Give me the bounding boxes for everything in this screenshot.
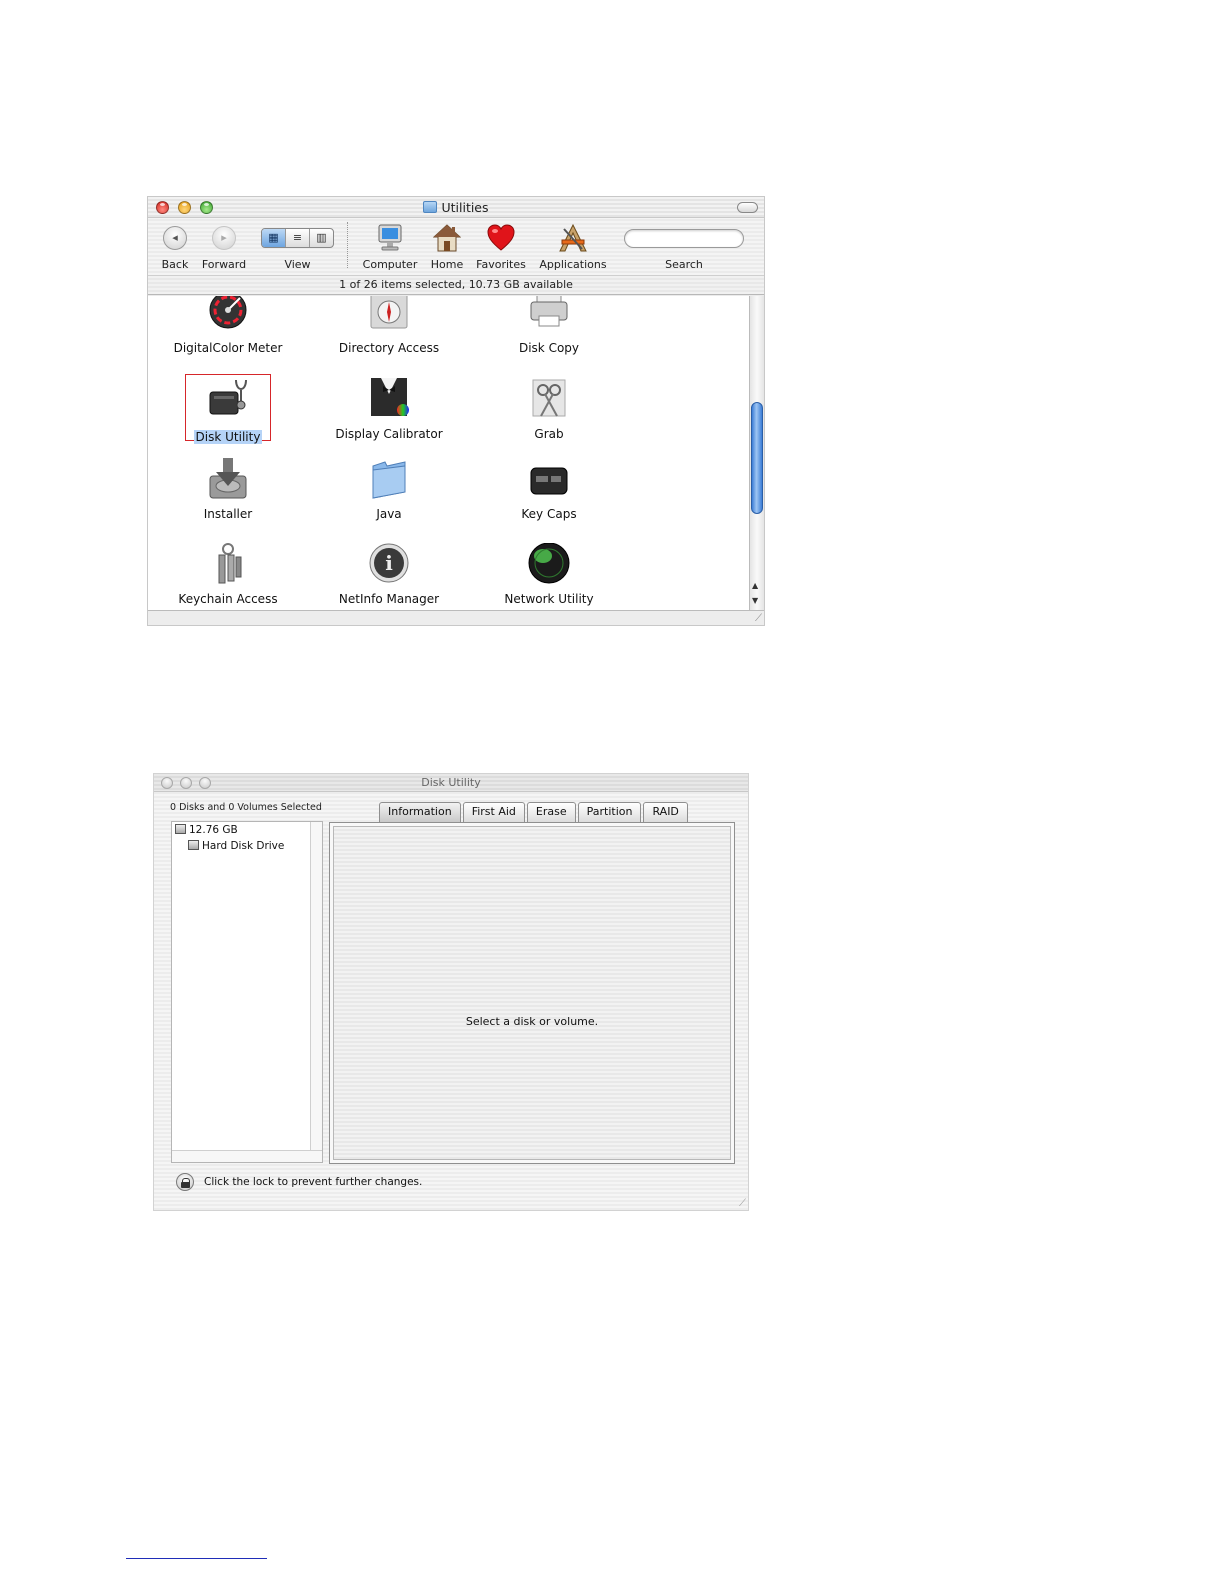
installer-icon <box>209 458 247 499</box>
disk-utility-window: Disk Utility 0 Disks and 0 Volumes Selec… <box>153 773 749 1211</box>
tab-first-aid[interactable]: First Aid <box>462 802 525 822</box>
item-display-calibrator[interactable]: Display Calibrator <box>314 378 464 441</box>
item-disk-copy[interactable]: Disk Copy <box>474 296 624 355</box>
disk-list-scrollbar[interactable] <box>310 822 322 1162</box>
home-icon <box>433 224 461 252</box>
window-title: Utilities <box>148 200 764 215</box>
view-label: View <box>284 258 311 271</box>
heart-icon <box>487 224 515 251</box>
volume-icon <box>188 840 199 850</box>
item-netinfo-manager[interactable]: i NetInfo Manager <box>314 543 464 606</box>
tab-raid[interactable]: RAID <box>643 802 688 822</box>
grab-icon <box>532 379 566 417</box>
disk-label: 12.76 GB <box>189 824 238 836</box>
forward-arrow-icon: ▸ <box>212 226 236 250</box>
information-panel: Select a disk or volume. <box>329 822 735 1164</box>
vertical-scrollbar[interactable]: ▲ ▼ <box>749 296 764 612</box>
finder-titlebar[interactable]: Utilities <box>148 197 764 218</box>
item-label: Disk Copy <box>518 341 580 355</box>
keychain-access-icon <box>218 543 242 584</box>
item-label: DigitalColor Meter <box>173 341 283 355</box>
display-calibrator-icon <box>371 378 409 416</box>
network-utility-icon <box>528 542 570 584</box>
toolbar-separator <box>347 222 348 268</box>
item-label: Java <box>376 507 402 521</box>
resize-grip-icon[interactable]: ⟋ <box>755 613 762 624</box>
item-java[interactable]: Java <box>314 458 464 521</box>
tab-partition[interactable]: Partition <box>577 802 642 822</box>
item-installer[interactable]: Installer <box>153 458 303 521</box>
disk-list[interactable]: 12.76 GB Hard Disk Drive <box>171 821 323 1163</box>
search-label: Search <box>665 258 703 271</box>
netinfo-manager-icon: i <box>369 543 409 583</box>
lock-message: Click the lock to prevent further change… <box>204 1176 423 1188</box>
item-directory-access[interactable]: Directory Access <box>314 296 464 355</box>
finder-bottom-bar: ⟋ <box>148 610 764 625</box>
disk-utility-titlebar[interactable]: Disk Utility <box>154 774 748 792</box>
directory-access-icon <box>370 296 408 329</box>
scroll-down-arrow-icon[interactable]: ▼ <box>752 596 758 605</box>
toolbar-toggle-button[interactable] <box>737 202 758 213</box>
disk-row-hard-disk-drive[interactable]: Hard Disk Drive <box>188 840 284 852</box>
item-label: Directory Access <box>338 341 440 355</box>
back-arrow-icon: ◂ <box>163 226 187 250</box>
item-digitalcolor-meter[interactable]: DigitalColor Meter <box>153 296 303 355</box>
key-caps-icon <box>530 467 568 495</box>
disk-label: Hard Disk Drive <box>202 840 285 852</box>
item-label: Installer <box>203 507 253 521</box>
digitalcolor-meter-icon <box>209 296 247 329</box>
favorites-label: Favorites <box>476 258 526 271</box>
disk-utility-icon <box>209 379 247 415</box>
view-mode-control[interactable]: ▦ ≡ ▥ <box>261 228 334 248</box>
svg-text:i: i <box>385 551 393 575</box>
status-bar: 1 of 26 items selected, 10.73 GB availab… <box>148 275 764 295</box>
footnote-rule <box>126 1558 267 1559</box>
column-view-icon[interactable]: ▥ <box>310 229 333 247</box>
window-title: Disk Utility <box>421 776 481 789</box>
item-network-utility[interactable]: Network Utility <box>474 542 624 606</box>
item-label: Keychain Access <box>178 592 278 606</box>
scroll-thumb[interactable] <box>751 402 763 514</box>
icon-view-content: DigitalColor Meter Directory Access Disk… <box>148 296 751 612</box>
item-label: Key Caps <box>521 507 577 521</box>
tab-bar: Information First Aid Erase Partition RA… <box>379 802 688 822</box>
item-disk-utility[interactable]: Disk Utility <box>153 378 303 444</box>
item-label-selected: Disk Utility <box>193 430 263 444</box>
hard-disk-icon <box>175 824 186 834</box>
disk-row-12-76-gb[interactable]: 12.76 GB <box>175 824 238 836</box>
scroll-up-arrow-icon[interactable]: ▲ <box>752 581 758 590</box>
item-key-caps[interactable]: Key Caps <box>474 458 624 521</box>
finder-window: Utilities ◂ Back ▸ Forward ▦ ≡ ▥ View Co… <box>147 196 765 626</box>
tab-information[interactable]: Information <box>379 802 461 822</box>
lock-icon[interactable] <box>176 1173 194 1191</box>
item-label: NetInfo Manager <box>338 592 440 606</box>
list-view-icon[interactable]: ≡ <box>286 229 310 247</box>
icon-view-icon[interactable]: ▦ <box>262 229 286 247</box>
item-label: Grab <box>534 427 564 441</box>
computer-icon <box>378 224 402 251</box>
search-input[interactable] <box>624 229 744 248</box>
resize-grip-icon[interactable]: ⟋ <box>739 1198 746 1209</box>
item-label: Network Utility <box>504 592 594 606</box>
finder-toolbar: ◂ Back ▸ Forward ▦ ≡ ▥ View Computer Hom… <box>148 218 764 274</box>
disk-copy-icon <box>530 296 568 327</box>
window-title-text: Utilities <box>441 200 489 215</box>
applications-label: Applications <box>539 258 607 271</box>
selection-status: 0 Disks and 0 Volumes Selected <box>170 802 322 813</box>
item-label: Display Calibrator <box>335 427 443 441</box>
empty-selection-message: Select a disk or volume. <box>465 1015 599 1028</box>
java-folder-icon <box>372 461 406 499</box>
tab-erase[interactable]: Erase <box>526 802 576 822</box>
item-grab[interactable]: Grab <box>474 378 624 441</box>
disk-list-hscrollbar[interactable] <box>172 1150 322 1162</box>
folder-icon <box>423 201 438 213</box>
item-keychain-access[interactable]: Keychain Access <box>153 543 303 606</box>
applications-icon <box>559 223 587 252</box>
